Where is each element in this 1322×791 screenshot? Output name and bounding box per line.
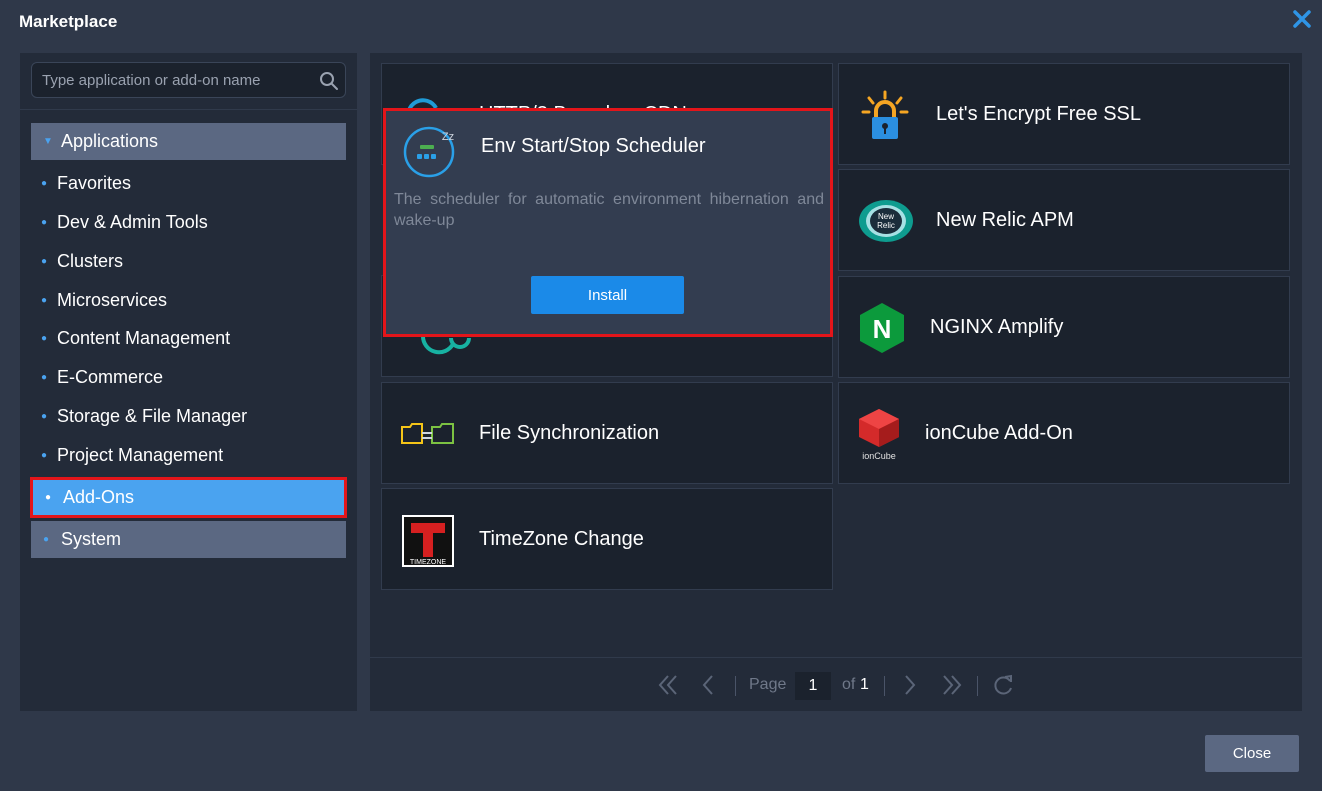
sidebar-item-label: Microservices bbox=[57, 290, 168, 310]
sidebar-item-label: Storage & File Manager bbox=[57, 406, 248, 426]
install-button[interactable]: Install bbox=[531, 276, 684, 314]
prev-page-icon[interactable] bbox=[700, 672, 718, 698]
of-label: of bbox=[842, 676, 856, 693]
sidebar-divider bbox=[20, 109, 357, 110]
addon-name: TimeZone Change bbox=[479, 527, 644, 550]
bullet-icon: ● bbox=[41, 178, 48, 189]
sidebar-item-label: Dev & Admin Tools bbox=[57, 212, 208, 232]
scheduler-icon: Zz bbox=[403, 126, 455, 178]
logo-text: N bbox=[873, 314, 892, 344]
search-box[interactable] bbox=[31, 62, 346, 98]
logo-text: TIMEZONE bbox=[410, 559, 446, 566]
pager-divider bbox=[370, 657, 1302, 658]
bullet-icon: ● bbox=[41, 295, 48, 306]
sidebar-item-system[interactable]: ● System bbox=[31, 521, 346, 558]
close-button[interactable]: Close bbox=[1205, 735, 1299, 772]
bullet-icon: ● bbox=[41, 333, 48, 344]
pager-separator bbox=[884, 676, 885, 696]
addon-name: New Relic APM bbox=[936, 208, 1074, 231]
last-page-icon[interactable] bbox=[940, 672, 964, 698]
search-input[interactable] bbox=[42, 63, 312, 97]
addon-tile-filesync[interactable]: File Synchronization bbox=[381, 382, 833, 484]
sidebar-item-label: E-Commerce bbox=[57, 367, 164, 387]
sidebar-item-label: Clusters bbox=[57, 251, 124, 271]
sidebar-item-microservices[interactable]: ● Microservices bbox=[41, 290, 167, 311]
first-page-icon[interactable] bbox=[656, 672, 680, 698]
popup-description: The scheduler for automatic environment … bbox=[394, 191, 824, 229]
sidebar-item-storage-file-manager[interactable]: ● Storage & File Manager bbox=[41, 406, 247, 427]
caret-down-icon: ▼ bbox=[43, 136, 53, 147]
addon-name: ionCube Add-On bbox=[925, 421, 1073, 444]
page-number-input[interactable] bbox=[795, 672, 831, 700]
addon-tile-letsencrypt[interactable]: Let's Encrypt Free SSL bbox=[838, 63, 1290, 165]
newrelic-logo-icon: New Relic bbox=[859, 200, 913, 242]
page-label: Page bbox=[749, 676, 787, 693]
refresh-icon[interactable] bbox=[991, 672, 1015, 698]
pager-separator bbox=[977, 676, 978, 696]
sidebar-item-label: System bbox=[61, 529, 122, 549]
sidebar-item-content-management[interactable]: ● Content Management bbox=[41, 328, 230, 349]
sidebar-item-applications[interactable]: ▼ Applications bbox=[31, 123, 346, 160]
addon-name: File Synchronization bbox=[479, 421, 660, 444]
total-pages: 1 bbox=[860, 676, 869, 693]
search-icon[interactable] bbox=[319, 71, 339, 91]
pager-separator bbox=[735, 676, 736, 696]
addon-name: NGINX Amplify bbox=[930, 315, 1064, 338]
bullet-icon: ● bbox=[41, 450, 48, 461]
close-icon[interactable] bbox=[1291, 8, 1313, 30]
sidebar-item-clusters[interactable]: ● Clusters bbox=[41, 251, 123, 272]
sidebar-item-label: Content Management bbox=[57, 328, 231, 348]
sidebar-item-label: Favorites bbox=[57, 173, 132, 193]
sidebar-item-favorites[interactable]: ● Favorites bbox=[41, 173, 131, 194]
bullet-icon: ● bbox=[41, 411, 48, 422]
bullet-icon: ● bbox=[41, 217, 48, 228]
next-page-icon[interactable] bbox=[900, 672, 918, 698]
folder-sync-icon bbox=[401, 423, 454, 444]
icon-text: Zz bbox=[442, 131, 454, 143]
bullet-icon: ● bbox=[41, 256, 48, 267]
dialog-title: Marketplace bbox=[19, 12, 118, 31]
logo-text: Relic bbox=[877, 221, 895, 230]
logo-text: New bbox=[878, 212, 894, 221]
sidebar-item-e-commerce[interactable]: ● E-Commerce bbox=[41, 367, 163, 388]
logo-text: ionCube bbox=[862, 451, 896, 461]
sidebar-item-label: Project Management bbox=[57, 445, 224, 465]
addon-tile-newrelic[interactable]: New Relic New Relic APM bbox=[838, 169, 1290, 271]
addon-tile-nginx[interactable]: N NGINX Amplify bbox=[838, 276, 1290, 378]
bullet-icon: ● bbox=[41, 372, 48, 383]
highlight-box-addons bbox=[30, 477, 347, 518]
lock-icon bbox=[861, 90, 909, 139]
addon-tile-timezone[interactable]: TIMEZONE TimeZone Change bbox=[381, 488, 833, 590]
addon-name: Let's Encrypt Free SSL bbox=[936, 102, 1142, 125]
sidebar-item-project-management[interactable]: ● Project Management bbox=[41, 445, 223, 466]
timezone-logo-icon: TIMEZONE bbox=[402, 515, 454, 567]
sidebar-item-label: Applications bbox=[61, 131, 159, 151]
addon-tile-ioncube[interactable]: ionCube ionCube Add-On bbox=[838, 382, 1290, 484]
ioncube-logo-icon: ionCube bbox=[859, 409, 899, 461]
nginx-logo-icon: N bbox=[860, 303, 904, 353]
sidebar-item-dev-admin-tools[interactable]: ● Dev & Admin Tools bbox=[41, 212, 208, 233]
addon-popup: Zz Env Start/Stop Scheduler The schedule… bbox=[383, 108, 833, 337]
popup-title: Env Start/Stop Scheduler bbox=[481, 135, 706, 157]
bullet-icon: ● bbox=[43, 534, 50, 545]
